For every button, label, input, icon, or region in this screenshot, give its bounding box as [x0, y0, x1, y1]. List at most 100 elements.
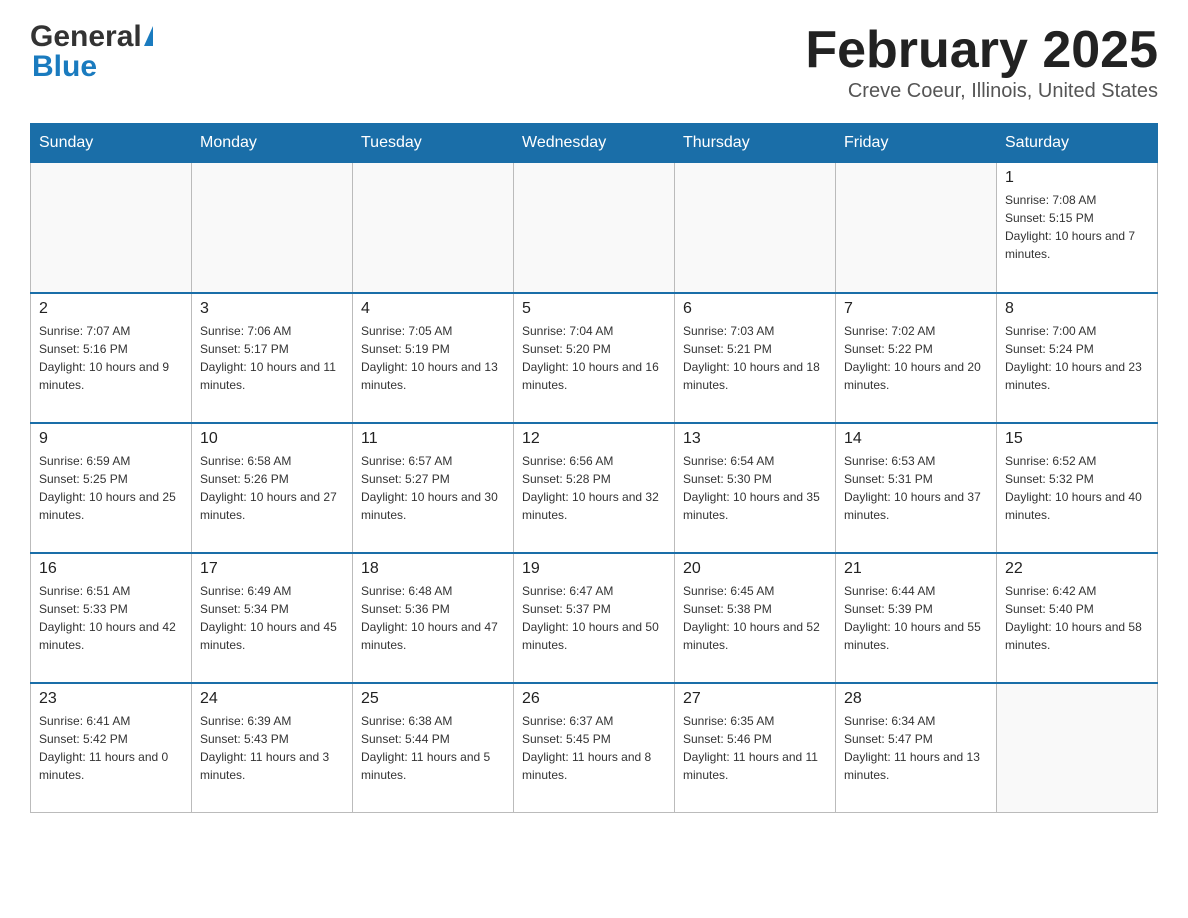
day-info: Sunrise: 6:56 AMSunset: 5:28 PMDaylight:…	[522, 452, 666, 524]
day-number: 1	[1005, 169, 1149, 187]
day-number: 12	[522, 430, 666, 448]
day-info: Sunrise: 6:37 AMSunset: 5:45 PMDaylight:…	[522, 712, 666, 784]
calendar-day-cell	[31, 163, 192, 293]
day-number: 15	[1005, 430, 1149, 448]
day-number: 2	[39, 300, 183, 318]
day-number: 23	[39, 690, 183, 708]
title-area: February 2025 Creve Coeur, Illinois, Uni…	[805, 20, 1158, 103]
calendar-week-row: 16Sunrise: 6:51 AMSunset: 5:33 PMDayligh…	[31, 553, 1158, 683]
day-number: 8	[1005, 300, 1149, 318]
day-info: Sunrise: 6:35 AMSunset: 5:46 PMDaylight:…	[683, 712, 827, 784]
day-info: Sunrise: 7:04 AMSunset: 5:20 PMDaylight:…	[522, 322, 666, 394]
day-number: 13	[683, 430, 827, 448]
calendar-day-cell: 27 Sunrise: 6:35 AMSunset: 5:46 PMDayligh…	[675, 683, 836, 813]
day-number: 10	[200, 430, 344, 448]
calendar-day-cell	[353, 163, 514, 293]
day-number: 24	[200, 690, 344, 708]
day-of-week-header: Monday	[192, 124, 353, 163]
location: Creve Coeur, Illinois, United States	[805, 80, 1158, 103]
calendar-week-row: 23 Sunrise: 6:41 AMSunset: 5:42 PMDayligh…	[31, 683, 1158, 813]
calendar-day-cell: 19 Sunrise: 6:47 AMSunset: 5:37 PMDayligh…	[514, 553, 675, 683]
page-header: General Blue February 2025 Creve Coeur, …	[30, 20, 1158, 103]
calendar-day-cell: 3 Sunrise: 7:06 AMSunset: 5:17 PMDaylight…	[192, 293, 353, 423]
day-info: Sunrise: 6:39 AMSunset: 5:43 PMDaylight:…	[200, 712, 344, 784]
calendar-day-cell: 25 Sunrise: 6:38 AMSunset: 5:44 PMDayligh…	[353, 683, 514, 813]
day-info: Sunrise: 6:59 AMSunset: 5:25 PMDaylight:…	[39, 452, 183, 524]
calendar-day-cell: 28 Sunrise: 6:34 AMSunset: 5:47 PMDayligh…	[836, 683, 997, 813]
day-info: Sunrise: 7:06 AMSunset: 5:17 PMDaylight:…	[200, 322, 344, 394]
day-number: 9	[39, 430, 183, 448]
day-number: 14	[844, 430, 988, 448]
day-info: Sunrise: 6:58 AMSunset: 5:26 PMDaylight:…	[200, 452, 344, 524]
calendar-day-cell: 4 Sunrise: 7:05 AMSunset: 5:19 PMDaylight…	[353, 293, 514, 423]
day-number: 26	[522, 690, 666, 708]
calendar-day-cell: 23 Sunrise: 6:41 AMSunset: 5:42 PMDayligh…	[31, 683, 192, 813]
day-info: Sunrise: 7:08 AMSunset: 5:15 PMDaylight:…	[1005, 191, 1149, 263]
day-info: Sunrise: 6:54 AMSunset: 5:30 PMDaylight:…	[683, 452, 827, 524]
day-info: Sunrise: 6:51 AMSunset: 5:33 PMDaylight:…	[39, 582, 183, 654]
day-number: 22	[1005, 560, 1149, 578]
calendar-week-row: 9 Sunrise: 6:59 AMSunset: 5:25 PMDaylight…	[31, 423, 1158, 553]
calendar-day-cell: 11 Sunrise: 6:57 AMSunset: 5:27 PMDayligh…	[353, 423, 514, 553]
day-info: Sunrise: 6:42 AMSunset: 5:40 PMDaylight:…	[1005, 582, 1149, 654]
calendar-week-row: 2 Sunrise: 7:07 AMSunset: 5:16 PMDaylight…	[31, 293, 1158, 423]
logo: General Blue	[30, 20, 153, 84]
day-of-week-header: Wednesday	[514, 124, 675, 163]
calendar-table: SundayMondayTuesdayWednesdayThursdayFrid…	[30, 123, 1158, 813]
calendar-day-cell	[675, 163, 836, 293]
day-number: 3	[200, 300, 344, 318]
day-number: 5	[522, 300, 666, 318]
calendar-day-cell: 24 Sunrise: 6:39 AMSunset: 5:43 PMDayligh…	[192, 683, 353, 813]
logo-blue: Blue	[32, 50, 97, 84]
logo-general: General	[30, 20, 142, 54]
day-of-week-header: Tuesday	[353, 124, 514, 163]
day-of-week-header: Sunday	[31, 124, 192, 163]
day-number: 11	[361, 430, 505, 448]
calendar-day-cell	[192, 163, 353, 293]
day-number: 21	[844, 560, 988, 578]
day-of-week-header: Friday	[836, 124, 997, 163]
calendar-day-cell: 6Sunrise: 7:03 AMSunset: 5:21 PMDaylight…	[675, 293, 836, 423]
calendar-day-cell: 7Sunrise: 7:02 AMSunset: 5:22 PMDaylight…	[836, 293, 997, 423]
day-info: Sunrise: 6:38 AMSunset: 5:44 PMDaylight:…	[361, 712, 505, 784]
day-info: Sunrise: 6:44 AMSunset: 5:39 PMDaylight:…	[844, 582, 988, 654]
calendar-header-row: SundayMondayTuesdayWednesdayThursdayFrid…	[31, 124, 1158, 163]
day-number: 25	[361, 690, 505, 708]
day-info: Sunrise: 7:00 AMSunset: 5:24 PMDaylight:…	[1005, 322, 1149, 394]
day-of-week-header: Saturday	[997, 124, 1158, 163]
calendar-day-cell: 20 Sunrise: 6:45 AMSunset: 5:38 PMDayligh…	[675, 553, 836, 683]
calendar-day-cell: 17Sunrise: 6:49 AMSunset: 5:34 PMDayligh…	[192, 553, 353, 683]
calendar-day-cell: 22 Sunrise: 6:42 AMSunset: 5:40 PMDayligh…	[997, 553, 1158, 683]
calendar-day-cell: 21 Sunrise: 6:44 AMSunset: 5:39 PMDayligh…	[836, 553, 997, 683]
day-number: 6	[683, 300, 827, 318]
day-info: Sunrise: 6:47 AMSunset: 5:37 PMDaylight:…	[522, 582, 666, 654]
day-number: 20	[683, 560, 827, 578]
day-info: Sunrise: 6:49 AMSunset: 5:34 PMDaylight:…	[200, 582, 344, 654]
day-info: Sunrise: 7:05 AMSunset: 5:19 PMDaylight:…	[361, 322, 505, 394]
logo-triangle-icon	[144, 26, 153, 46]
month-title: February 2025	[805, 20, 1158, 80]
calendar-day-cell: 12 Sunrise: 6:56 AMSunset: 5:28 PMDayligh…	[514, 423, 675, 553]
day-info: Sunrise: 6:57 AMSunset: 5:27 PMDaylight:…	[361, 452, 505, 524]
day-number: 7	[844, 300, 988, 318]
day-number: 19	[522, 560, 666, 578]
calendar-day-cell: 5 Sunrise: 7:04 AMSunset: 5:20 PMDaylight…	[514, 293, 675, 423]
day-info: Sunrise: 6:45 AMSunset: 5:38 PMDaylight:…	[683, 582, 827, 654]
day-number: 27	[683, 690, 827, 708]
day-info: Sunrise: 6:52 AMSunset: 5:32 PMDaylight:…	[1005, 452, 1149, 524]
day-number: 4	[361, 300, 505, 318]
day-info: Sunrise: 6:34 AMSunset: 5:47 PMDaylight:…	[844, 712, 988, 784]
day-info: Sunrise: 6:41 AMSunset: 5:42 PMDaylight:…	[39, 712, 183, 784]
calendar-day-cell	[514, 163, 675, 293]
calendar-day-cell	[997, 683, 1158, 813]
calendar-day-cell	[836, 163, 997, 293]
calendar-day-cell: 10 Sunrise: 6:58 AMSunset: 5:26 PMDayligh…	[192, 423, 353, 553]
calendar-day-cell: 18Sunrise: 6:48 AMSunset: 5:36 PMDayligh…	[353, 553, 514, 683]
calendar-day-cell: 1 Sunrise: 7:08 AMSunset: 5:15 PMDaylight…	[997, 163, 1158, 293]
calendar-day-cell: 26 Sunrise: 6:37 AMSunset: 5:45 PMDayligh…	[514, 683, 675, 813]
day-number: 28	[844, 690, 988, 708]
calendar-day-cell: 14Sunrise: 6:53 AMSunset: 5:31 PMDayligh…	[836, 423, 997, 553]
day-info: Sunrise: 7:07 AMSunset: 5:16 PMDaylight:…	[39, 322, 183, 394]
calendar-day-cell: 9 Sunrise: 6:59 AMSunset: 5:25 PMDaylight…	[31, 423, 192, 553]
calendar-day-cell: 2 Sunrise: 7:07 AMSunset: 5:16 PMDaylight…	[31, 293, 192, 423]
